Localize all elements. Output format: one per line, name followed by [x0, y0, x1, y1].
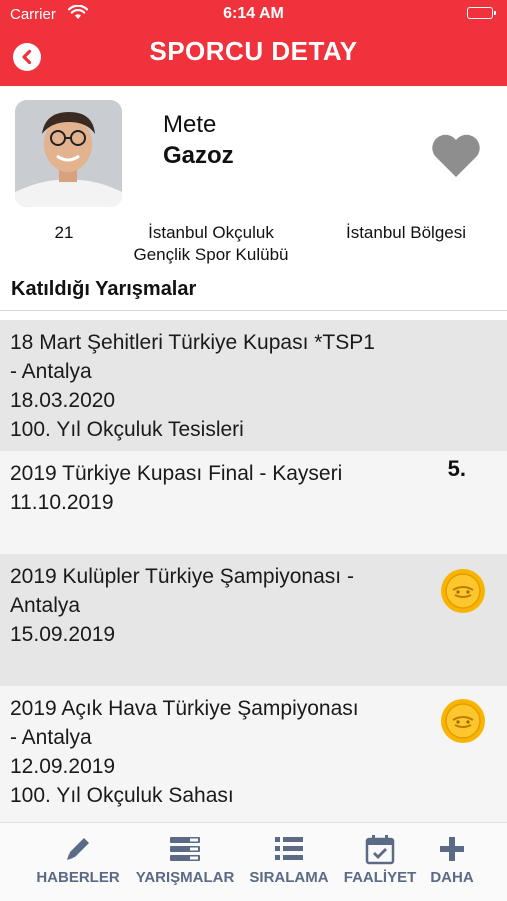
pencil-icon — [67, 838, 89, 860]
competition-date: 18.03.2020 — [10, 389, 116, 412]
athlete-first-name: Mete — [163, 111, 217, 138]
competition-title: 18 Mart Şehitleri Türkiye Kupası *TSP1 — [10, 331, 375, 354]
competition-item[interactable]: 2019 Kulüpler Türkiye Şampiyonası - Anta… — [0, 554, 507, 686]
calendar-check-icon — [365, 835, 395, 865]
competition-location: - Antalya — [10, 726, 92, 749]
athlete-photo — [15, 100, 122, 207]
tab-bar: HABERLER YARIŞMALAR SIRALAMA FAALİYET DA… — [0, 822, 507, 901]
competition-item[interactable]: 18 Mart Şehitleri Türkiye Kupası *TSP1 -… — [0, 320, 507, 451]
competition-location: - Antalya — [10, 360, 92, 383]
tab-label: HABERLER — [36, 869, 120, 886]
tab-haberler[interactable]: HABERLER — [34, 833, 122, 886]
heart-icon — [432, 134, 480, 177]
gold-medal-icon — [440, 568, 486, 614]
battery-icon — [467, 7, 496, 19]
competition-venue: 100. Yıl Okçuluk Sahası — [10, 784, 234, 807]
competition-item[interactable]: 2019 Türkiye Kupası Final - Kayseri 11.1… — [0, 451, 507, 554]
athlete-region: İstanbul Bölgesi — [345, 223, 467, 242]
tab-label: SIRALAMA — [249, 869, 329, 886]
athlete-club: İstanbul Okçuluk Gençlik Spor Kulübü — [120, 222, 302, 266]
tab-daha[interactable]: DAHA — [424, 833, 480, 886]
competition-date: 11.10.2019 — [10, 491, 114, 514]
list-icon — [275, 837, 303, 860]
competition-venue: 100. Yıl Okçuluk Tesisleri — [10, 418, 244, 441]
competition-date: 12.09.2019 — [10, 755, 116, 778]
competition-title: 2019 Kulüpler Türkiye Şampiyonası - — [10, 565, 354, 588]
competition-location: Antalya — [10, 594, 81, 617]
competition-item[interactable]: 2019 Açık Hava Türkiye Şampiyonası - Ant… — [0, 686, 507, 822]
favorite-button[interactable] — [430, 133, 482, 184]
status-bar: Carrier 6:14 AM — [0, 0, 507, 30]
athlete-last-name: Gazoz — [163, 142, 234, 169]
plus-icon — [440, 837, 464, 861]
clock: 6:14 AM — [223, 5, 284, 22]
tab-label: FAALİYET — [343, 869, 417, 886]
tab-label: YARIŞMALAR — [135, 869, 235, 886]
competitions-icon — [170, 837, 200, 861]
competition-title: 2019 Türkiye Kupası Final - Kayseri — [10, 462, 343, 485]
competition-date: 15.09.2019 — [10, 623, 116, 646]
page-title: SPORCU DETAY — [149, 36, 358, 66]
gold-medal-icon — [440, 698, 486, 744]
competition-title: 2019 Açık Hava Türkiye Şampiyonası — [10, 697, 359, 720]
section-title: Katıldığı Yarışmalar — [11, 278, 197, 300]
tab-siralama[interactable]: SIRALAMA — [245, 833, 333, 886]
tab-label: DAHA — [430, 869, 474, 886]
header-bar: Carrier 6:14 AM SPORCU DETAY — [0, 0, 507, 86]
divider — [0, 310, 507, 311]
tab-faaliyet[interactable]: FAALİYET — [337, 833, 423, 886]
club-line-2: Gençlik Spor Kulübü — [133, 245, 289, 264]
tab-yarismalar[interactable]: YARIŞMALAR — [130, 833, 240, 886]
athlete-age: 21 — [54, 223, 74, 242]
rank-label: 5. — [447, 456, 466, 481]
club-line-1: İstanbul Okçuluk — [148, 223, 274, 242]
